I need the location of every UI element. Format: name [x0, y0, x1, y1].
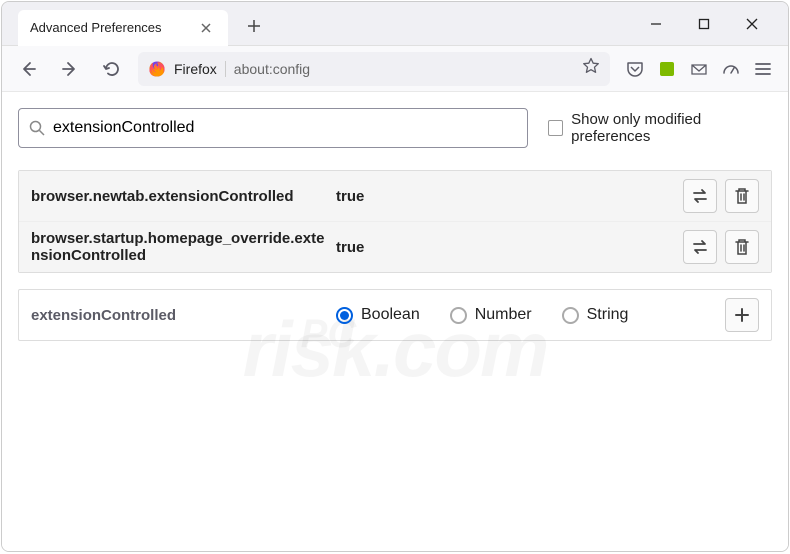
preference-list: browser.newtab.extensionControlled true … [18, 170, 772, 273]
new-tab-button[interactable] [240, 12, 268, 40]
reload-icon [103, 60, 121, 78]
browser-tab[interactable]: Advanced Preferences [18, 10, 228, 46]
reset-button[interactable] [725, 179, 759, 213]
swap-icon [691, 238, 709, 256]
close-icon [745, 17, 759, 31]
preference-row[interactable]: browser.newtab.extensionControlled true [19, 171, 771, 222]
maximize-button[interactable] [692, 12, 716, 36]
search-row: Show only modified preferences [18, 108, 772, 148]
url-text: about:config [234, 61, 574, 77]
add-preference-button[interactable] [725, 298, 759, 332]
gauge-icon [722, 60, 740, 78]
nav-toolbar: Firefox about:config [2, 46, 788, 92]
identity-label: Firefox [174, 61, 226, 77]
row-actions [683, 230, 759, 264]
minimize-icon [650, 18, 662, 30]
preference-value: true [336, 188, 683, 205]
mail-icon [690, 60, 708, 78]
trash-icon [734, 238, 750, 256]
radio-string[interactable]: String [562, 306, 629, 324]
arrow-right-icon [61, 60, 79, 78]
radio-boolean[interactable]: Boolean [336, 306, 420, 324]
extension-button[interactable] [658, 60, 676, 78]
reload-button[interactable] [96, 53, 128, 85]
radio-label: String [587, 306, 629, 324]
star-icon [582, 57, 600, 75]
radio-number[interactable]: Number [450, 306, 532, 324]
maximize-icon [698, 18, 710, 30]
menu-button[interactable] [754, 60, 772, 78]
preference-row[interactable]: browser.startup.homepage_override.extens… [19, 222, 771, 272]
search-icon [29, 120, 45, 136]
radio-label: Boolean [361, 306, 420, 324]
pocket-icon [626, 60, 644, 78]
forward-button[interactable] [54, 53, 86, 85]
window-controls [644, 12, 788, 36]
new-preference-name: extensionControlled [31, 307, 336, 324]
modified-only-label: Show only modified preferences [571, 111, 772, 145]
pocket-button[interactable] [626, 60, 644, 78]
preference-name: browser.newtab.extensionControlled [31, 188, 336, 205]
radio-icon [562, 307, 579, 324]
mail-button[interactable] [690, 60, 708, 78]
toggle-button[interactable] [683, 179, 717, 213]
close-icon [200, 22, 212, 34]
swap-icon [691, 187, 709, 205]
tab-title: Advanced Preferences [30, 20, 196, 35]
titlebar: Advanced Preferences [2, 2, 788, 46]
firefox-logo-icon [148, 60, 166, 78]
trash-icon [734, 187, 750, 205]
radio-icon [336, 307, 353, 324]
close-window-button[interactable] [740, 12, 764, 36]
toggle-button[interactable] [683, 230, 717, 264]
modified-only-checkbox-wrap[interactable]: Show only modified preferences [548, 111, 772, 145]
radio-icon [450, 307, 467, 324]
content-area: PC risk.com Show only modified preferenc… [2, 92, 788, 551]
puzzle-icon [658, 60, 676, 78]
bookmark-star-button[interactable] [582, 57, 600, 80]
config-search-input[interactable] [53, 119, 517, 137]
config-search-box[interactable] [18, 108, 528, 148]
radio-label: Number [475, 306, 532, 324]
back-button[interactable] [12, 53, 44, 85]
preference-name: browser.startup.homepage_override.extens… [31, 230, 336, 264]
type-radio-group: Boolean Number String [336, 306, 725, 324]
checkbox-icon [548, 120, 563, 136]
reset-button[interactable] [725, 230, 759, 264]
new-preference-row: extensionControlled Boolean Number Strin… [18, 289, 772, 341]
arrow-left-icon [19, 60, 37, 78]
plus-icon [734, 307, 750, 323]
preference-value: true [336, 239, 683, 256]
minimize-button[interactable] [644, 12, 668, 36]
hamburger-icon [754, 60, 772, 78]
url-bar[interactable]: Firefox about:config [138, 52, 610, 86]
toolbar-right [620, 60, 778, 78]
browser-window: Advanced Preferences [1, 1, 789, 552]
close-tab-button[interactable] [196, 18, 216, 38]
row-actions [683, 179, 759, 213]
dashboard-button[interactable] [722, 60, 740, 78]
plus-icon [247, 19, 261, 33]
